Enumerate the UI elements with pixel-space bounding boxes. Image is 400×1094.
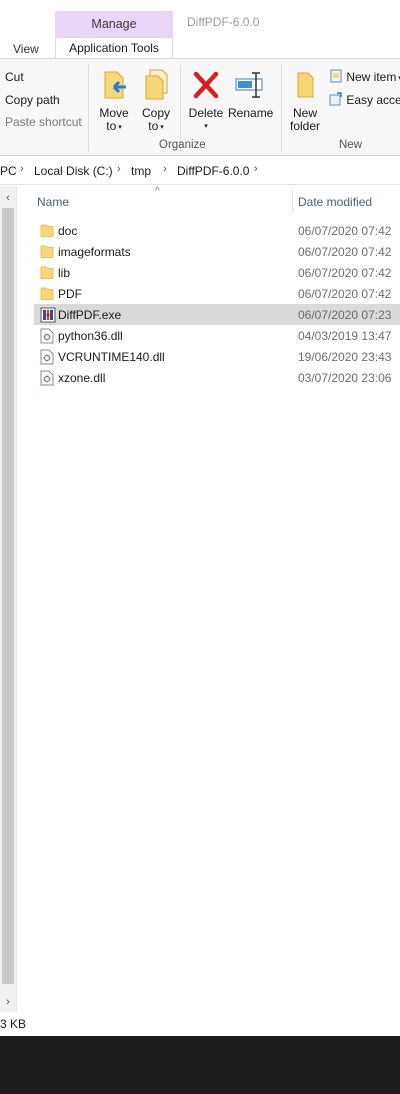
folder-icon xyxy=(40,223,54,238)
scroll-down-icon[interactable]: › xyxy=(0,994,16,1010)
breadcrumb-local-disk[interactable]: Local Disk (C:) xyxy=(34,164,113,178)
file-date-modified: 19/06/2020 23:43 xyxy=(298,350,392,364)
exe-icon xyxy=(40,307,56,323)
pane-divider[interactable] xyxy=(16,186,17,1012)
file-date-modified: 03/07/2020 23:06 xyxy=(298,371,392,385)
chevron-right-icon[interactable]: › xyxy=(163,163,167,175)
file-row[interactable]: xzone.dll 03/07/2020 23:06 xyxy=(34,367,400,388)
column-header-date-modified[interactable]: Date modified xyxy=(298,195,372,209)
rename-icon xyxy=(235,72,263,98)
window-title: DiffPDF-6.0.0 xyxy=(187,15,260,29)
rename-button[interactable]: Rename xyxy=(228,69,274,120)
breadcrumb-diffpdf[interactable]: DiffPDF-6.0.0 xyxy=(177,164,249,178)
organize-group-label: Organize xyxy=(159,139,206,151)
file-row[interactable]: lib 06/07/2020 07:42 xyxy=(34,262,400,283)
file-row[interactable]: imageformats 06/07/2020 07:42 xyxy=(34,241,400,262)
column-divider[interactable] xyxy=(292,190,293,214)
breadcrumb-this-pc[interactable]: PC xyxy=(0,164,17,178)
file-name: VCRUNTIME140.dll xyxy=(58,350,165,364)
file-date-modified: 06/07/2020 07:42 xyxy=(298,245,392,259)
file-name: imageformats xyxy=(58,245,131,259)
move-to-button[interactable]: Move to ▾ xyxy=(95,69,133,134)
tab-application-tools[interactable]: Application Tools xyxy=(55,37,173,58)
file-date-modified: 06/07/2020 07:42 xyxy=(298,224,392,238)
file-name: doc xyxy=(58,224,78,238)
new-item-label: New item xyxy=(346,70,397,84)
breadcrumb-tmp[interactable]: tmp xyxy=(131,164,151,178)
cut-button[interactable]: Cut xyxy=(5,70,24,84)
address-bar[interactable]: PC › Local Disk (C:) › tmp › DiffPDF-6.0… xyxy=(0,157,400,185)
file-name: lib xyxy=(58,266,71,280)
copy-to-button[interactable]: Copy to ▾ xyxy=(139,69,173,134)
file-date-modified: 04/03/2019 13:47 xyxy=(298,329,392,343)
file-name: PDF xyxy=(58,287,82,301)
nav-pane-scrollbar[interactable]: ‹ › xyxy=(0,186,16,1012)
status-selected-size: 3 KB xyxy=(0,1017,27,1031)
paste-shortcut-button[interactable]: Paste shortcut xyxy=(5,115,82,129)
rename-label: Rename xyxy=(228,106,274,120)
delete-button[interactable]: Delete ▾ xyxy=(187,69,225,133)
ribbon-separator xyxy=(88,65,89,151)
chevron-right-icon[interactable]: › xyxy=(20,163,24,175)
easy-access-label: Easy acces xyxy=(346,93,400,107)
new-folder-button[interactable]: New folder xyxy=(286,69,324,133)
copy-to-icon xyxy=(145,69,168,100)
column-header-name[interactable]: Name xyxy=(37,195,69,209)
column-headers: ^ Name Date modified xyxy=(17,186,400,216)
file-name: DiffPDF.exe xyxy=(58,308,122,322)
new-group-label: New xyxy=(339,139,363,151)
dll-icon xyxy=(40,328,54,344)
file-row[interactable]: PDF 06/07/2020 07:42 xyxy=(34,283,400,304)
dll-icon xyxy=(40,370,54,386)
copy-path-button[interactable]: Copy path xyxy=(5,93,60,107)
scroll-up-icon[interactable]: ‹ xyxy=(0,190,16,206)
file-name: xzone.dll xyxy=(58,371,106,385)
file-date-modified: 06/07/2020 07:23 xyxy=(298,308,392,322)
delete-icon xyxy=(193,71,219,99)
file-date-modified: 06/07/2020 07:42 xyxy=(298,287,392,301)
easy-access-icon xyxy=(329,92,342,106)
chevron-down-icon: ▾ xyxy=(204,123,208,130)
file-row[interactable]: doc 06/07/2020 07:42 xyxy=(34,220,400,241)
ribbon-separator xyxy=(281,65,282,151)
chevron-right-icon[interactable]: › xyxy=(254,163,258,175)
tab-view[interactable]: View xyxy=(13,42,39,56)
chevron-right-icon[interactable]: › xyxy=(117,163,121,175)
file-row[interactable]: python36.dll 04/03/2019 13:47 xyxy=(34,325,400,346)
chevron-down-icon: ▾ xyxy=(158,124,164,131)
file-name: python36.dll xyxy=(58,329,123,343)
chevron-down-icon: ▾ xyxy=(396,75,400,82)
file-row[interactable]: DiffPDF.exe 06/07/2020 07:23 xyxy=(34,304,400,325)
title-bar: Manage Application Tools DiffPDF-6.0.0 V… xyxy=(0,0,400,58)
delete-label: Delete xyxy=(188,106,224,120)
easy-access-button[interactable]: Easy acces xyxy=(329,92,400,107)
chevron-down-icon: ▾ xyxy=(116,124,122,131)
copy-to-label-2: to xyxy=(148,119,159,133)
scrollbar-thumb[interactable] xyxy=(2,208,14,984)
status-bar: 3 KB xyxy=(0,1012,400,1036)
folder-icon xyxy=(40,265,54,280)
tab-manage[interactable]: Manage xyxy=(55,11,173,37)
new-folder-icon xyxy=(297,72,314,98)
file-explorer-window: Manage Application Tools DiffPDF-6.0.0 V… xyxy=(0,0,400,1036)
new-folder-label-2: folder xyxy=(289,119,321,133)
file-date-modified: 06/07/2020 07:42 xyxy=(298,266,392,280)
dll-icon xyxy=(40,349,54,365)
sort-ascending-icon: ^ xyxy=(155,186,160,197)
taskbar xyxy=(0,1036,400,1094)
new-item-button[interactable]: New item ▾ xyxy=(329,69,400,84)
folder-icon xyxy=(40,244,54,259)
file-row[interactable]: VCRUNTIME140.dll 19/06/2020 23:43 xyxy=(34,346,400,367)
folder-icon xyxy=(40,286,54,301)
move-to-label-2: to xyxy=(106,119,117,133)
ribbon: Cut Copy path Paste shortcut Move to ▾ C… xyxy=(0,58,400,156)
new-item-icon xyxy=(330,69,342,83)
move-to-icon xyxy=(104,71,126,99)
